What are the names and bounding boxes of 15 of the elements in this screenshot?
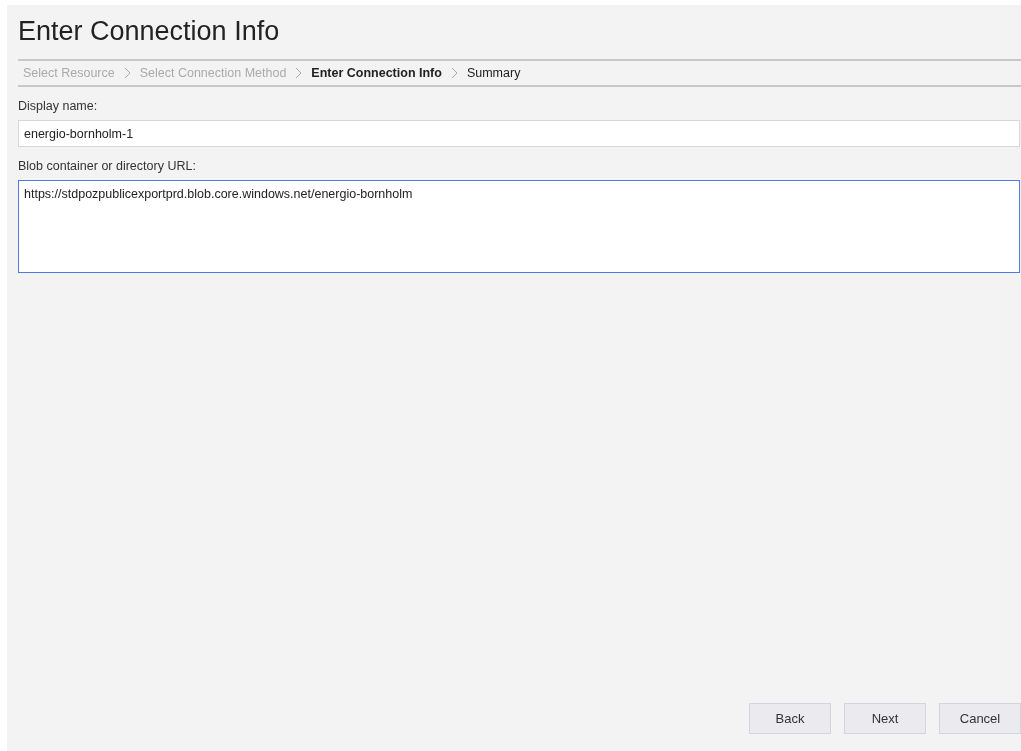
- chevron-icon: [295, 67, 303, 79]
- page-title: Enter Connection Info: [18, 15, 281, 47]
- wizard-button[interactable]: Back: [749, 703, 831, 734]
- wizard-step: Enter Connection Info: [311, 66, 442, 80]
- wizard-button[interactable]: Cancel: [939, 703, 1021, 734]
- wizard-step: Select Resource: [23, 66, 115, 80]
- field-label: Blob container or directory URL:: [18, 159, 197, 173]
- name-field[interactable]: energio-bornholm-1: [18, 120, 1020, 147]
- chevron-icon: [450, 67, 458, 79]
- wizard-button[interactable]: Next: [844, 703, 926, 734]
- field-label: Display name:: [18, 99, 99, 113]
- wizard-step: Select Connection Method: [139, 66, 287, 80]
- url-field[interactable]: https://stdpozpublicexportprd.blob.core.windows.net/energio-bornholm: [18, 180, 1020, 273]
- chevron-icon: [123, 67, 131, 79]
- wizard-step: Summary: [466, 66, 521, 80]
